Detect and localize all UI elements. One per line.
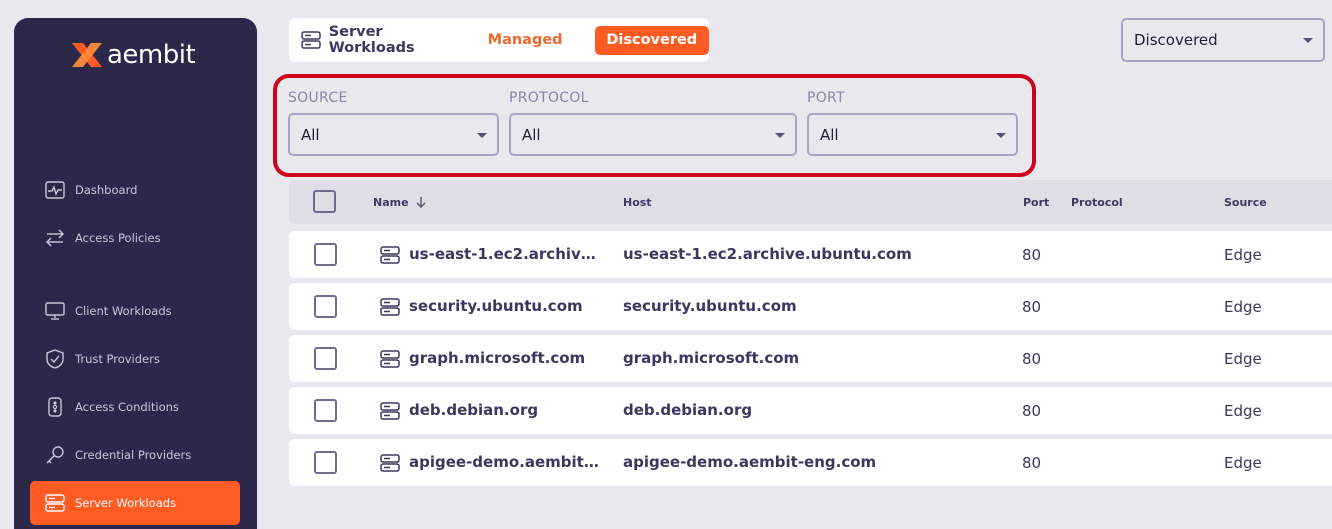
row-checkbox[interactable] <box>314 347 337 370</box>
server-icon <box>379 348 401 370</box>
port-filter-value: All <box>820 125 839 144</box>
table-row[interactable]: us-east-1.ec2.archive.ubuntu.com us-east… <box>289 231 1332 278</box>
port-filter-select[interactable]: All <box>807 113 1018 156</box>
row-source: Edge <box>1224 454 1262 472</box>
row-checkbox[interactable] <box>314 243 337 266</box>
row-host: deb.debian.org <box>623 401 753 419</box>
server-icon <box>379 452 401 474</box>
chevron-down-icon <box>477 132 487 138</box>
protocol-filter-label: PROTOCOL <box>509 90 589 106</box>
table-row[interactable]: apigee-demo.aembit-eng.com apigee-demo.a… <box>289 439 1332 486</box>
key-icon <box>44 444 66 466</box>
server-icon <box>379 244 401 266</box>
server-icon <box>44 492 66 514</box>
row-host: graph.microsoft.com <box>623 349 800 367</box>
sort-down-icon <box>416 197 426 208</box>
sidebar-item-access-conditions[interactable]: Access Conditions <box>30 385 240 429</box>
sidebar-item-client-workloads[interactable]: Client Workloads <box>30 289 240 333</box>
sidebar-item-label: Credential Providers <box>75 448 192 462</box>
sidebar-item-label: Access Policies <box>75 231 161 245</box>
column-header-port[interactable]: Port <box>1023 196 1049 209</box>
sidebar-item-label: Dashboard <box>75 183 138 197</box>
sidebar-item-access-policies[interactable]: Access Policies <box>30 216 240 260</box>
row-port: 80 <box>1022 246 1042 264</box>
page-title: Server Workloads <box>328 24 415 56</box>
sidebar-item-label: Access Conditions <box>75 400 179 414</box>
row-host: us-east-1.ec2.archive.ubuntu.com <box>623 245 912 263</box>
row-checkbox[interactable] <box>314 295 337 318</box>
row-host: apigee-demo.aembit-eng.com <box>623 453 877 471</box>
aembit-logo[interactable]: aembit <box>69 40 196 70</box>
tab-discovered[interactable]: Discovered <box>594 25 709 55</box>
table-header: Name Host Port Protocol Source <box>289 180 1332 224</box>
source-filter-select[interactable]: All <box>288 113 499 156</box>
column-header-host[interactable]: Host <box>623 196 652 209</box>
sidebar-item-label: Client Workloads <box>75 304 172 318</box>
arrows-swap-icon <box>44 227 66 249</box>
row-port: 80 <box>1022 350 1042 368</box>
server-icon <box>379 296 401 318</box>
monitor-icon <box>44 300 66 322</box>
port-filter-label: PORT <box>807 90 845 106</box>
conditions-icon <box>44 396 66 418</box>
row-name[interactable]: apigee-demo.aembit-eng.com <box>409 453 599 471</box>
sidebar: aembit Dashboard Access Policies Client … <box>14 18 257 529</box>
protocol-filter-value: All <box>522 125 541 144</box>
protocol-filter-select[interactable]: All <box>509 113 797 156</box>
chevron-down-icon <box>775 132 785 138</box>
table-row[interactable]: graph.microsoft.com graph.microsoft.com … <box>289 335 1332 382</box>
source-filter-value: All <box>301 125 320 144</box>
row-port: 80 <box>1022 298 1042 316</box>
row-host: security.ubuntu.com <box>623 297 797 315</box>
row-name[interactable]: deb.debian.org <box>409 401 599 419</box>
row-port: 80 <box>1022 454 1042 472</box>
view-select[interactable]: Discovered <box>1121 18 1325 62</box>
chevron-down-icon <box>996 132 1006 138</box>
source-filter-label: SOURCE <box>288 90 348 106</box>
row-name[interactable]: us-east-1.ec2.archive.ubuntu.com <box>409 245 599 263</box>
column-header-source[interactable]: Source <box>1224 196 1267 209</box>
column-header-name[interactable]: Name <box>373 196 427 209</box>
aembit-logo-icon <box>69 40 105 70</box>
column-header-protocol[interactable]: Protocol <box>1071 196 1123 209</box>
row-checkbox[interactable] <box>314 451 337 474</box>
select-all-checkbox[interactable] <box>313 190 336 213</box>
table-row[interactable]: deb.debian.org deb.debian.org 80 Edge <box>289 387 1332 434</box>
row-source: Edge <box>1224 298 1262 316</box>
row-source: Edge <box>1224 246 1262 264</box>
sidebar-item-credential-providers[interactable]: Credential Providers <box>30 433 240 477</box>
server-icon <box>300 29 322 51</box>
row-name[interactable]: security.ubuntu.com <box>409 297 599 315</box>
server-icon <box>379 400 401 422</box>
sidebar-item-trust-providers[interactable]: Trust Providers <box>30 337 240 381</box>
row-source: Edge <box>1224 402 1262 420</box>
table-row[interactable]: security.ubuntu.com security.ubuntu.com … <box>289 283 1332 330</box>
row-port: 80 <box>1022 402 1042 420</box>
shield-check-icon <box>44 348 66 370</box>
workload-tabs: Server Workloads Managed Discovered <box>289 18 709 62</box>
row-source: Edge <box>1224 350 1262 368</box>
column-name-label: Name <box>373 196 409 209</box>
row-name[interactable]: graph.microsoft.com <box>409 349 599 367</box>
sidebar-item-server-workloads[interactable]: Server Workloads <box>30 481 240 525</box>
row-checkbox[interactable] <box>314 399 337 422</box>
view-select-value: Discovered <box>1134 31 1218 49</box>
sidebar-item-dashboard[interactable]: Dashboard <box>30 168 240 212</box>
activity-icon <box>44 179 66 201</box>
sidebar-item-label: Server Workloads <box>75 496 177 510</box>
sidebar-item-label: Trust Providers <box>75 352 160 366</box>
tab-managed[interactable]: Managed <box>488 32 563 48</box>
logo-text: aembit <box>107 40 196 70</box>
chevron-down-icon <box>1303 38 1313 43</box>
